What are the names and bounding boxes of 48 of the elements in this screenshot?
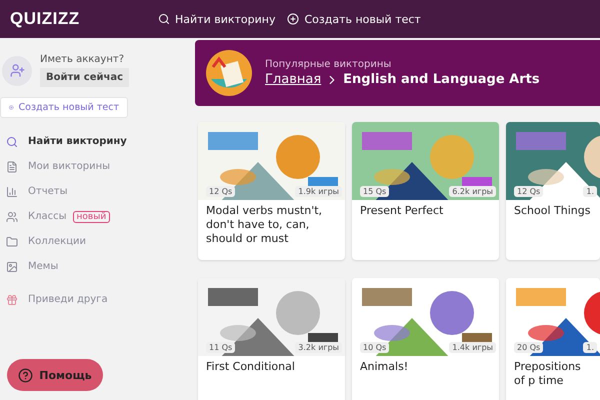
- document-icon: [6, 160, 18, 172]
- question-count: 12 Qs: [514, 186, 544, 197]
- question-count: 20 Qs: [514, 342, 544, 353]
- sidebar-item[interactable]: Найти викторину: [6, 132, 190, 151]
- quiz-card[interactable]: 15 Qs 6.2k игры Present Perfect: [352, 122, 499, 260]
- gift-icon: [6, 294, 18, 306]
- search-icon: [6, 136, 18, 148]
- help-button[interactable]: Помощь: [7, 359, 103, 391]
- quiz-title: School Things: [513, 203, 592, 219]
- play-count: 6.2k игры: [449, 186, 496, 197]
- create-test-button[interactable]: Создать новый тест: [0, 97, 128, 118]
- quiz-title: Modal verbs mustn't, don't have to, can, should or must: [205, 203, 324, 247]
- bar-chart-icon: [6, 186, 18, 198]
- quiz-card[interactable]: 20 Qs 1. Prepositions of p time: [506, 278, 600, 400]
- nav-link[interactable]: Создать новый тест: [287, 12, 421, 26]
- quiz-title: Prepositions of p time: [513, 359, 582, 389]
- question-count: 12 Qs: [206, 186, 236, 197]
- breadcrumb-link[interactable]: Главная: [265, 72, 322, 87]
- people-icon: [6, 210, 18, 222]
- logo[interactable]: QUIZIZZ: [10, 9, 158, 29]
- nav-link[interactable]: Найти викторину: [158, 12, 276, 26]
- category-icon: [205, 49, 253, 97]
- quiz-card[interactable]: 11 Qs 3.2k игры First Conditional: [198, 278, 345, 400]
- quiz-title: Present Perfect: [359, 203, 444, 219]
- help-icon: [18, 368, 34, 382]
- quiz-card[interactable]: 12 Qs 1.9k игры Modal verbs mustn't, don't have to, can, should or must: [198, 122, 345, 260]
- quiz-card[interactable]: 10 Qs 1.4k игры Animals!: [352, 278, 499, 400]
- add-user-icon: [10, 63, 24, 78]
- play-count: 3.2k игры: [295, 342, 342, 353]
- question-count: 10 Qs: [360, 342, 390, 353]
- login-button[interactable]: Войти сейчас: [40, 68, 130, 87]
- new-badge: новый: [72, 210, 110, 222]
- image-icon: [6, 260, 18, 272]
- plus-icon: [287, 13, 300, 25]
- account-prompt: Иметь аккаунт?: [40, 54, 125, 65]
- question-count: 11 Qs: [206, 342, 236, 353]
- play-count: 1.4k игры: [449, 342, 496, 353]
- search-icon: [158, 13, 170, 25]
- breadcrumb-current: English and Language Arts: [343, 72, 540, 87]
- quiz-title: Animals!: [359, 359, 410, 375]
- play-count: 1.: [583, 342, 597, 353]
- banner-subtitle: Популярные викторины: [265, 59, 392, 70]
- quiz-card[interactable]: 12 Qs 1. School Things: [506, 122, 600, 260]
- play-count: 1.: [583, 186, 597, 197]
- quiz-title: First Conditional: [205, 359, 296, 375]
- folder-icon: [6, 236, 18, 248]
- question-count: 15 Qs: [360, 186, 390, 197]
- play-count: 1.9k игры: [295, 186, 342, 197]
